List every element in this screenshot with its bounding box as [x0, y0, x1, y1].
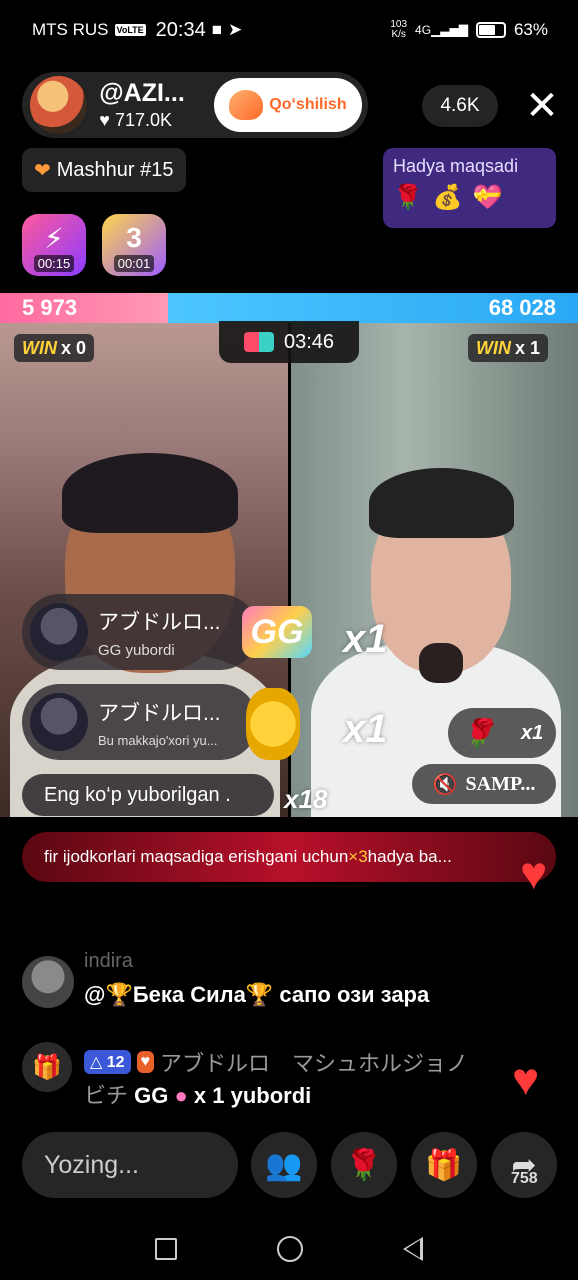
win-badge-right: WIN x 1	[468, 334, 549, 362]
lightning-effect-icon[interactable]: ⚡ 00:15	[22, 214, 86, 276]
treasure-icon: 💰	[432, 184, 463, 211]
co-guest-button[interactable]: 👥	[251, 1132, 317, 1198]
heart-icon: ♥	[99, 110, 110, 130]
comment-input[interactable]: Yozing...	[22, 1132, 238, 1198]
win-badge-left: WIN x 0	[14, 334, 95, 362]
gg-small-icon: ●	[174, 1083, 188, 1108]
top-gifter-multiplier: x18	[284, 784, 328, 814]
gift-sender-name: アブドルロ マシュホルジョノ	[160, 1051, 469, 1076]
fan-heart-icon: ♥	[136, 1051, 155, 1073]
battle-score-bar: 5 973 68 028	[0, 293, 578, 323]
volte-icon: VoLTE	[114, 24, 146, 36]
gifter-name: アブドルロ...	[98, 610, 221, 634]
gift-feed-item[interactable]: アブドルロ... GG yubordi	[22, 594, 258, 670]
muted-sample-pill[interactable]: 🔇 SAMP...	[412, 764, 556, 804]
effect-timer: 00:15	[33, 255, 75, 272]
follow-button[interactable]: Qo‘shilish	[213, 78, 362, 132]
x3-boost-icon[interactable]: 3 00:01	[102, 214, 166, 276]
share-button[interactable]: ➦ 758	[491, 1132, 557, 1198]
close-icon[interactable]: ✕	[522, 86, 562, 126]
signal-icon: 4G▁▃▅▇	[415, 23, 468, 37]
gifter-name: アブドルロ...	[98, 701, 221, 725]
telegram-icon: ➤	[228, 20, 243, 39]
gifter-avatar[interactable]	[30, 693, 88, 751]
follow-label: Qo‘shilish	[269, 96, 347, 113]
gifter-avatar[interactable]	[30, 603, 88, 661]
host-likes: ♥ 717.0K	[99, 110, 173, 130]
rank-label: Mashhur #15	[56, 158, 174, 181]
gift-feed-item[interactable]: アブドルロ... Bu makkajo'xori yu...	[22, 684, 258, 760]
chat-message[interactable]: indira @🏆Бека Сила🏆 сапо ози зара	[22, 950, 562, 1016]
net-speed: 103 K/s	[390, 19, 408, 40]
battle-icon	[243, 332, 274, 352]
rose-gift-pill: 🌹 x1	[448, 708, 556, 758]
score-right: 68 028	[168, 293, 578, 323]
gift-button[interactable]: 🎁	[411, 1132, 477, 1198]
camera-icon: ■	[211, 20, 223, 39]
heart-box-icon: 💝	[472, 184, 503, 211]
recents-icon[interactable]	[155, 1238, 177, 1260]
chat-avatar[interactable]	[22, 956, 74, 1008]
gift-multiplier: x1	[343, 707, 388, 751]
score-left: 5 973	[0, 293, 168, 323]
popularity-rank-badge[interactable]: ❤ Mashhur #15	[22, 148, 186, 192]
viewer-count[interactable]: 4.6K	[422, 85, 498, 127]
rose-icon: 🌹	[393, 184, 423, 211]
gift-goal-box[interactable]: Hadya maqsadi 🌹 💰 💝	[383, 148, 556, 228]
share-count: 758	[511, 1170, 538, 1187]
follow-heart-icon	[229, 90, 264, 120]
top-gifter-pill[interactable]: Eng ko‘p yuborilgan .	[22, 774, 274, 816]
system-nav-bar	[0, 1218, 578, 1280]
battery-icon	[475, 22, 506, 38]
host-avatar[interactable]	[28, 74, 90, 136]
gift-box-icon: 🎁	[22, 1042, 72, 1092]
gift-message: GG yubordi	[98, 641, 175, 659]
gift-message: Bu makkajo'xori yu...	[98, 732, 218, 748]
clock: 20:34	[155, 18, 206, 41]
gift-goal-title: Hadya maqsadi	[393, 156, 519, 176]
user-level-badge: △ 12	[84, 1050, 131, 1074]
host-info-pill[interactable]: @AZI... ♥ 717.0K Qo‘shilish	[22, 72, 368, 138]
battle-timer: 03:46	[219, 321, 359, 363]
promo-banner[interactable]: fir ijodkorlari maqsadiga erishgani uchu…	[22, 832, 556, 882]
status-bar: MTS RUS VoLTE 20:34 ■ ➤ 103 K/s 4G▁▃▅▇ 63…	[0, 0, 578, 60]
rose-icon: 🌹	[460, 717, 496, 749]
gg-gift-icon: GG	[242, 606, 312, 658]
rank-heart-icon: ❤	[34, 159, 51, 182]
gift-multiplier: x1	[343, 617, 388, 661]
back-icon[interactable]	[403, 1237, 423, 1261]
battery-level: 63%	[513, 20, 548, 39]
home-icon[interactable]	[277, 1236, 303, 1262]
carrier-name: MTS RUS	[32, 20, 109, 39]
effect-timer: 00:01	[113, 255, 155, 272]
mute-icon: 🔇	[432, 773, 458, 796]
floating-heart-icon: ♥	[520, 847, 548, 899]
chat-text: @🏆Бека Сила🏆 сапо ози зара	[84, 982, 430, 1007]
rose-gift-button[interactable]: 🌹	[331, 1132, 397, 1198]
corn-gift-icon	[246, 688, 300, 760]
floating-heart-icon: ♥	[512, 1053, 540, 1105]
chat-username: indira	[84, 950, 133, 972]
host-name: @AZI...	[99, 79, 185, 107]
